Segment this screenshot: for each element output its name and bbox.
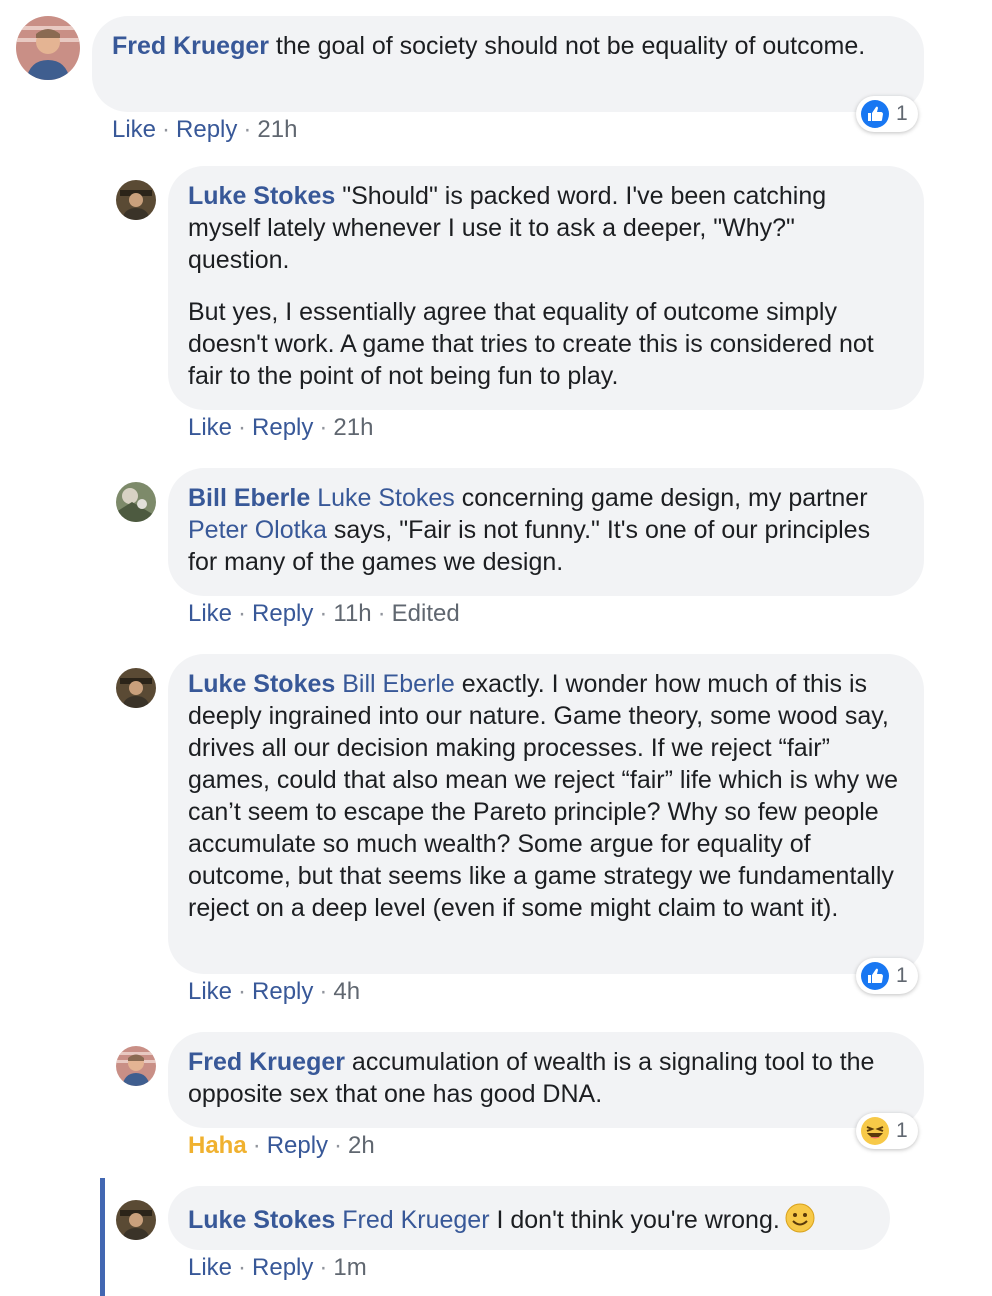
like-link[interactable]: Like — [188, 1254, 232, 1281]
comment-text: the goal of society should not be equali… — [268, 32, 866, 60]
comment-actions: Haha · Reply · 2h — [188, 1131, 375, 1161]
comment-author[interactable]: Luke Stokes — [188, 670, 335, 698]
separator: · — [319, 414, 328, 441]
reply-link[interactable]: Reply — [252, 600, 313, 627]
separator: · — [319, 978, 328, 1005]
thread-highlight-bar — [100, 1178, 105, 1296]
avatar-luke-stokes[interactable] — [116, 180, 156, 220]
reaction-count-badge[interactable]: 1 — [856, 1113, 918, 1149]
separator: · — [334, 1132, 343, 1159]
comment-bubble: Luke Stokes Bill Eberle exactly. I wonde… — [168, 654, 924, 974]
separator: · — [319, 1254, 328, 1281]
like-reaction-icon — [861, 100, 889, 128]
reply-link[interactable]: Reply — [267, 1132, 328, 1159]
mention-link[interactable]: Bill Eberle — [342, 670, 455, 698]
avatar-fred-krueger[interactable] — [16, 16, 80, 80]
comment-bubble: Fred Krueger the goal of society should … — [92, 16, 924, 112]
like-link[interactable]: Like — [188, 414, 232, 441]
comment-bubble: Bill Eberle Luke Stokes concerning game … — [168, 468, 924, 596]
separator: · — [377, 600, 386, 627]
comment-body: Bill Eberle Luke Stokes concerning game … — [188, 482, 902, 578]
comment-body: Luke Stokes "Should" is packed word. I'v… — [188, 180, 902, 276]
reaction-count: 1 — [896, 102, 908, 125]
separator: · — [319, 600, 328, 627]
comment-actions: Like · Reply · 11h · Edited — [188, 599, 460, 629]
haha-reaction-link[interactable]: Haha — [188, 1132, 247, 1159]
avatar-luke-stokes[interactable] — [116, 1200, 156, 1240]
comment-actions: Like · Reply · 21h — [112, 115, 297, 145]
comment-text: I don't think you're wrong. — [489, 1206, 780, 1234]
comment-author[interactable]: Luke Stokes — [188, 182, 335, 210]
comment-actions: Like · Reply · 4h — [188, 977, 360, 1007]
comment-body: Fred Krueger the goal of society should … — [112, 30, 902, 62]
comment-actions: Like · Reply · 21h — [188, 413, 373, 443]
reply-link[interactable]: Reply — [252, 1254, 313, 1281]
mention-link[interactable]: Peter Olotka — [188, 516, 327, 544]
mention-link[interactable]: Fred Krueger — [342, 1206, 489, 1234]
separator: · — [252, 1132, 261, 1159]
comment-body: Luke Stokes Bill Eberle exactly. I wonde… — [188, 668, 902, 924]
timestamp[interactable]: 1m — [333, 1254, 366, 1281]
comment-text: exactly. I wonder how much of this is de… — [188, 670, 899, 922]
avatar-bill-eberle[interactable] — [116, 482, 156, 522]
reaction-count: 1 — [896, 1119, 908, 1142]
like-reaction-icon — [861, 962, 889, 990]
comment-author[interactable]: Luke Stokes — [188, 1206, 335, 1234]
separator: · — [238, 600, 247, 627]
haha-reaction-icon — [861, 1117, 889, 1145]
timestamp[interactable]: 2h — [348, 1132, 375, 1159]
avatar-luke-stokes[interactable] — [116, 668, 156, 708]
mention-link[interactable]: Luke Stokes — [317, 484, 455, 512]
smiley-emoji-icon — [785, 1203, 815, 1233]
separator: · — [238, 1254, 247, 1281]
timestamp[interactable]: 11h — [333, 600, 371, 627]
reply-link[interactable]: Reply — [252, 414, 313, 441]
reaction-count-badge[interactable]: 1 — [856, 96, 918, 132]
comment-author[interactable]: Fred Krueger — [112, 32, 269, 60]
timestamp[interactable]: 4h — [333, 978, 360, 1005]
comment-author[interactable]: Fred Krueger — [188, 1048, 345, 1076]
like-link[interactable]: Like — [188, 600, 232, 627]
comment-text-paragraph: But yes, I essentially agree that equali… — [188, 298, 874, 390]
like-link[interactable]: Like — [188, 978, 232, 1005]
comment-body: Luke Stokes Fred Krueger I don't think y… — [188, 1202, 868, 1236]
comment-bubble: Fred Krueger accumulation of wealth is a… — [168, 1032, 924, 1128]
comment-body: Fred Krueger accumulation of wealth is a… — [188, 1046, 902, 1110]
timestamp[interactable]: 21h — [333, 414, 373, 441]
comment-text: concerning game design, my partner — [454, 484, 868, 512]
reaction-count-badge[interactable]: 1 — [856, 958, 918, 994]
like-link[interactable]: Like — [112, 116, 156, 143]
comment-author[interactable]: Bill Eberle — [188, 484, 310, 512]
comment-actions: Like · Reply · 1m — [188, 1253, 367, 1283]
comment-bubble: Luke Stokes "Should" is packed word. I'v… — [168, 166, 924, 410]
comment-bubble: Luke Stokes Fred Krueger I don't think y… — [168, 1186, 890, 1250]
timestamp[interactable]: 21h — [257, 116, 297, 143]
separator: · — [238, 414, 247, 441]
avatar-fred-krueger[interactable] — [116, 1046, 156, 1086]
separator: · — [243, 116, 252, 143]
reply-link[interactable]: Reply — [252, 978, 313, 1005]
reaction-count: 1 — [896, 964, 908, 987]
separator: · — [162, 116, 171, 143]
separator: · — [238, 978, 247, 1005]
edited-label[interactable]: Edited — [392, 600, 460, 627]
reply-link[interactable]: Reply — [176, 116, 237, 143]
